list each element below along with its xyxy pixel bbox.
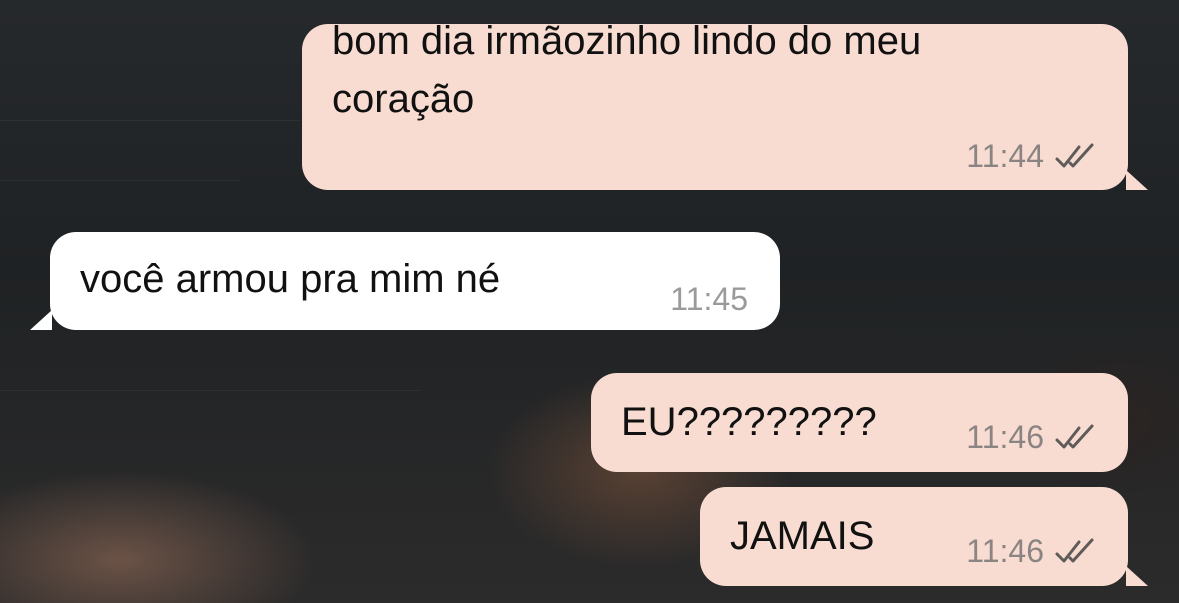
message-time: 11:46 <box>966 533 1044 569</box>
background-detail-line <box>0 390 420 391</box>
message-meta: 11:46 <box>966 535 1100 567</box>
message-text: JAMAIS <box>730 514 875 558</box>
message-text: EU????????? <box>621 400 877 444</box>
message-bubble-incoming[interactable]: você armou pra mim né 11:45 <box>50 232 780 330</box>
read-double-check-icon <box>1055 538 1094 563</box>
read-double-check-icon <box>1055 143 1094 168</box>
message-time: 11:46 <box>966 419 1044 455</box>
message-time: 11:44 <box>966 138 1044 174</box>
bubble-tail-incoming <box>30 310 52 330</box>
message-bubble-outgoing[interactable]: EU????????? 11:46 <box>591 373 1128 472</box>
background-detail-line <box>0 120 300 121</box>
message-bubble-outgoing[interactable]: bom dia irmãozinho lindo do meu coração … <box>302 19 1128 190</box>
message-bubble-outgoing[interactable]: JAMAIS 11:46 <box>700 487 1128 586</box>
message-time: 11:45 <box>670 281 748 317</box>
message-meta: 11:45 <box>670 283 748 315</box>
message-meta: 11:46 <box>966 421 1100 453</box>
message-meta: 11:44 <box>966 140 1100 172</box>
background-detail-line <box>0 180 240 181</box>
message-text: bom dia irmãozinho lindo do meu coração <box>332 19 922 121</box>
message-text: você armou pra mim né <box>80 257 501 301</box>
read-double-check-icon <box>1055 424 1094 449</box>
bubble-tail-outgoing <box>1126 566 1148 586</box>
bubble-tail-outgoing <box>1126 170 1148 190</box>
